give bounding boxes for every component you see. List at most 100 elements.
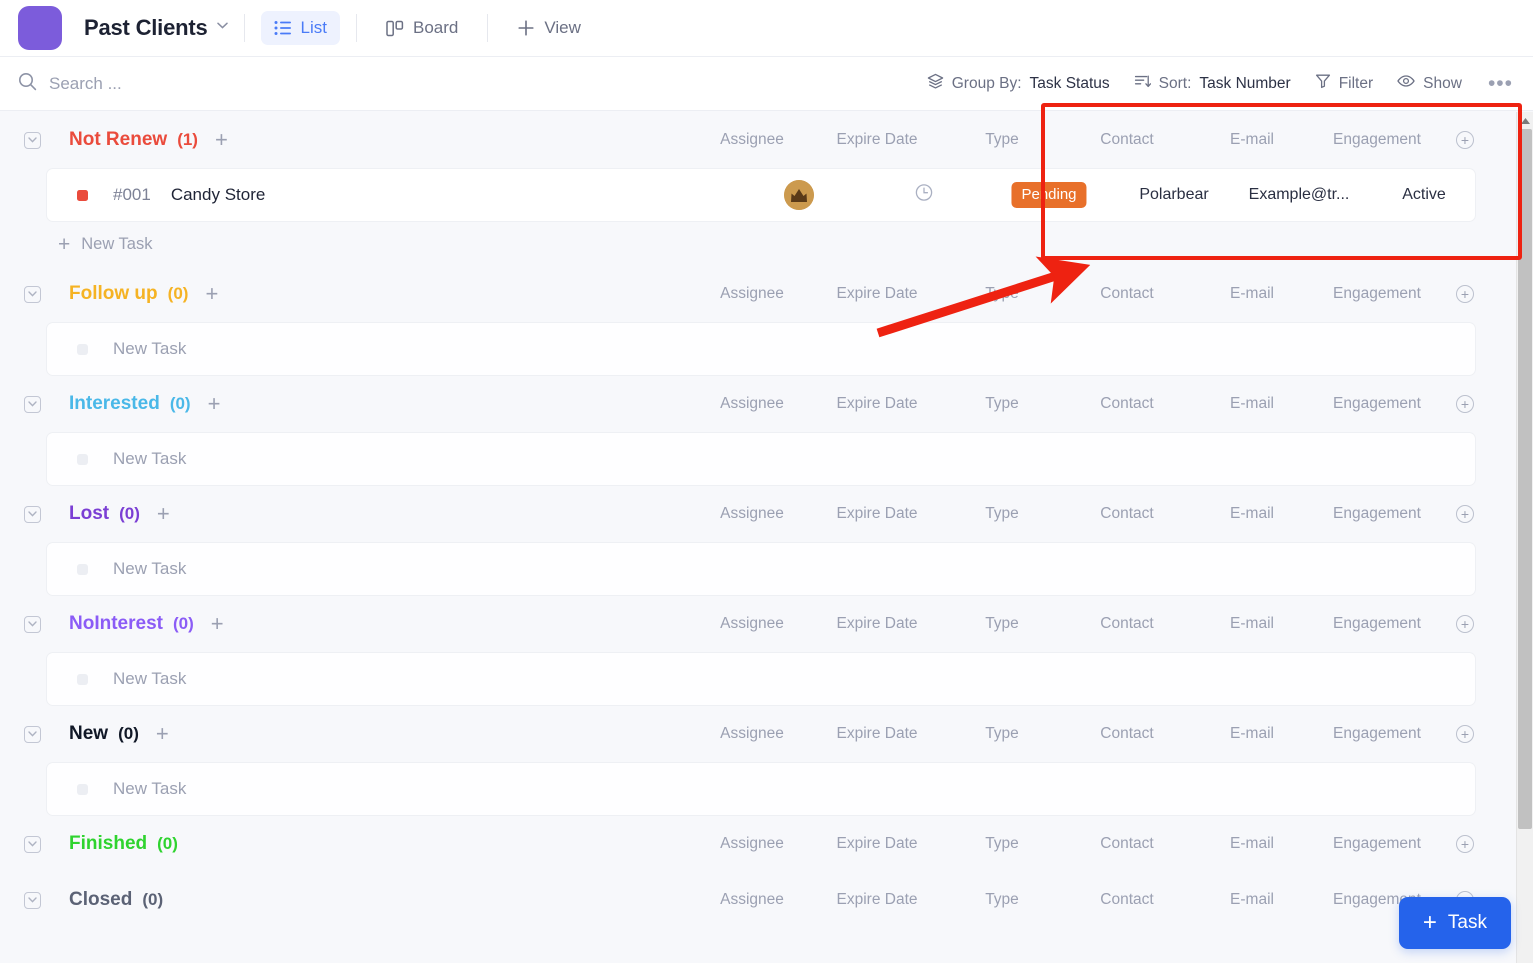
- search-box[interactable]: [18, 72, 927, 96]
- group-add-task-icon[interactable]: +: [205, 283, 218, 305]
- column-header-e-mail[interactable]: E-mail: [1230, 891, 1274, 909]
- plus-circle-icon[interactable]: +: [1456, 505, 1474, 523]
- new-task-placeholder[interactable]: New Task: [113, 669, 186, 689]
- chevron-down-icon[interactable]: [216, 21, 228, 32]
- new-task-row[interactable]: New Task: [46, 322, 1476, 376]
- workspace-logo[interactable]: [18, 6, 62, 50]
- tab-list[interactable]: List: [260, 11, 340, 45]
- group-collapse-toggle[interactable]: [24, 131, 41, 149]
- column-header-contact[interactable]: Contact: [1100, 835, 1153, 853]
- task-status-dot[interactable]: [77, 189, 88, 201]
- group-add-task-icon[interactable]: +: [208, 393, 221, 415]
- group-collapse-toggle[interactable]: [24, 891, 41, 909]
- column-header-e-mail[interactable]: E-mail: [1230, 835, 1274, 853]
- column-header-assignee[interactable]: Assignee: [720, 505, 784, 523]
- vertical-scrollbar[interactable]: [1516, 112, 1533, 963]
- new-task-row[interactable]: New Task: [46, 652, 1476, 706]
- more-options-button[interactable]: •••: [1486, 72, 1515, 96]
- group-add-task-icon[interactable]: +: [211, 613, 224, 635]
- group-collapse-toggle[interactable]: [24, 725, 41, 743]
- column-header-assignee[interactable]: Assignee: [720, 725, 784, 743]
- column-header-expire-date[interactable]: Expire Date: [837, 615, 918, 633]
- column-header-e-mail[interactable]: E-mail: [1230, 131, 1274, 149]
- plus-circle-icon[interactable]: +: [1456, 131, 1474, 149]
- column-header-expire-date[interactable]: Expire Date: [837, 725, 918, 743]
- engagement-value[interactable]: Active: [1402, 186, 1446, 204]
- group-name[interactable]: Finished: [69, 833, 147, 855]
- clock-icon[interactable]: [915, 183, 934, 207]
- search-input[interactable]: [49, 73, 349, 94]
- table-row[interactable]: #001 Candy Store Pending Polarbear Examp…: [46, 168, 1476, 222]
- page-title[interactable]: Past Clients: [84, 15, 208, 41]
- group-name[interactable]: NoInterest: [69, 613, 163, 635]
- plus-circle-icon[interactable]: +: [1456, 835, 1474, 853]
- new-task-placeholder[interactable]: New Task: [113, 559, 186, 579]
- new-task-link[interactable]: + New Task: [58, 222, 1500, 266]
- show-button[interactable]: Show: [1397, 74, 1462, 93]
- column-header-e-mail[interactable]: E-mail: [1230, 395, 1274, 413]
- column-header-type[interactable]: Type: [985, 615, 1019, 633]
- column-header-engagement[interactable]: Engagement: [1333, 131, 1421, 149]
- column-header-contact[interactable]: Contact: [1100, 395, 1153, 413]
- column-header-contact[interactable]: Contact: [1100, 131, 1153, 149]
- avatar[interactable]: [784, 180, 814, 210]
- column-header-assignee[interactable]: Assignee: [720, 395, 784, 413]
- column-header-e-mail[interactable]: E-mail: [1230, 615, 1274, 633]
- column-header-engagement[interactable]: Engagement: [1333, 725, 1421, 743]
- plus-circle-icon[interactable]: +: [1456, 285, 1474, 303]
- column-header-expire-date[interactable]: Expire Date: [837, 891, 918, 909]
- plus-circle-icon[interactable]: +: [1456, 395, 1474, 413]
- column-header-type[interactable]: Type: [985, 285, 1019, 303]
- column-header-engagement[interactable]: Engagement: [1333, 835, 1421, 853]
- column-header-assignee[interactable]: Assignee: [720, 285, 784, 303]
- group-add-task-icon[interactable]: +: [215, 129, 228, 151]
- scrollbar-thumb[interactable]: [1518, 129, 1532, 829]
- column-header-assignee[interactable]: Assignee: [720, 891, 784, 909]
- sort-button[interactable]: Sort: Task Number: [1134, 73, 1291, 95]
- filter-button[interactable]: Filter: [1315, 73, 1373, 94]
- group-name[interactable]: Lost: [69, 503, 109, 525]
- status-badge[interactable]: Pending: [1011, 182, 1087, 208]
- group-by-button[interactable]: Group By: Task Status: [927, 73, 1110, 95]
- plus-circle-icon[interactable]: +: [1456, 615, 1474, 633]
- group-collapse-toggle[interactable]: [24, 615, 41, 633]
- column-header-type[interactable]: Type: [985, 891, 1019, 909]
- group-collapse-toggle[interactable]: [24, 835, 41, 853]
- add-task-button[interactable]: + Task: [1398, 897, 1511, 949]
- column-header-contact[interactable]: Contact: [1100, 505, 1153, 523]
- column-header-expire-date[interactable]: Expire Date: [837, 285, 918, 303]
- column-header-engagement[interactable]: Engagement: [1333, 615, 1421, 633]
- group-name[interactable]: Interested: [69, 393, 160, 415]
- new-task-placeholder[interactable]: New Task: [113, 339, 186, 359]
- column-header-expire-date[interactable]: Expire Date: [837, 835, 918, 853]
- column-header-type[interactable]: Type: [985, 725, 1019, 743]
- group-collapse-toggle[interactable]: [24, 395, 41, 413]
- column-header-assignee[interactable]: Assignee: [720, 835, 784, 853]
- new-task-row[interactable]: New Task: [46, 542, 1476, 596]
- column-header-type[interactable]: Type: [985, 131, 1019, 149]
- group-add-task-icon[interactable]: +: [156, 723, 169, 745]
- column-header-e-mail[interactable]: E-mail: [1230, 285, 1274, 303]
- scroll-up-arrow-icon[interactable]: [1517, 112, 1533, 129]
- column-header-e-mail[interactable]: E-mail: [1230, 725, 1274, 743]
- column-header-contact[interactable]: Contact: [1100, 725, 1153, 743]
- column-header-engagement[interactable]: Engagement: [1333, 395, 1421, 413]
- column-header-e-mail[interactable]: E-mail: [1230, 505, 1274, 523]
- column-header-engagement[interactable]: Engagement: [1333, 505, 1421, 523]
- group-collapse-toggle[interactable]: [24, 505, 41, 523]
- group-collapse-toggle[interactable]: [24, 285, 41, 303]
- group-add-task-icon[interactable]: +: [157, 503, 170, 525]
- new-task-placeholder[interactable]: New Task: [113, 449, 186, 469]
- email-value[interactable]: Example@tr...: [1249, 186, 1350, 204]
- task-title[interactable]: Candy Store: [171, 185, 266, 205]
- group-name[interactable]: New: [69, 723, 108, 745]
- column-header-contact[interactable]: Contact: [1100, 285, 1153, 303]
- new-task-row[interactable]: New Task: [46, 432, 1476, 486]
- column-header-contact[interactable]: Contact: [1100, 615, 1153, 633]
- column-header-type[interactable]: Type: [985, 395, 1019, 413]
- column-header-engagement[interactable]: Engagement: [1333, 285, 1421, 303]
- group-name[interactable]: Not Renew: [69, 129, 167, 151]
- group-name[interactable]: Closed: [69, 889, 132, 911]
- group-name[interactable]: Follow up: [69, 283, 158, 305]
- column-header-assignee[interactable]: Assignee: [720, 615, 784, 633]
